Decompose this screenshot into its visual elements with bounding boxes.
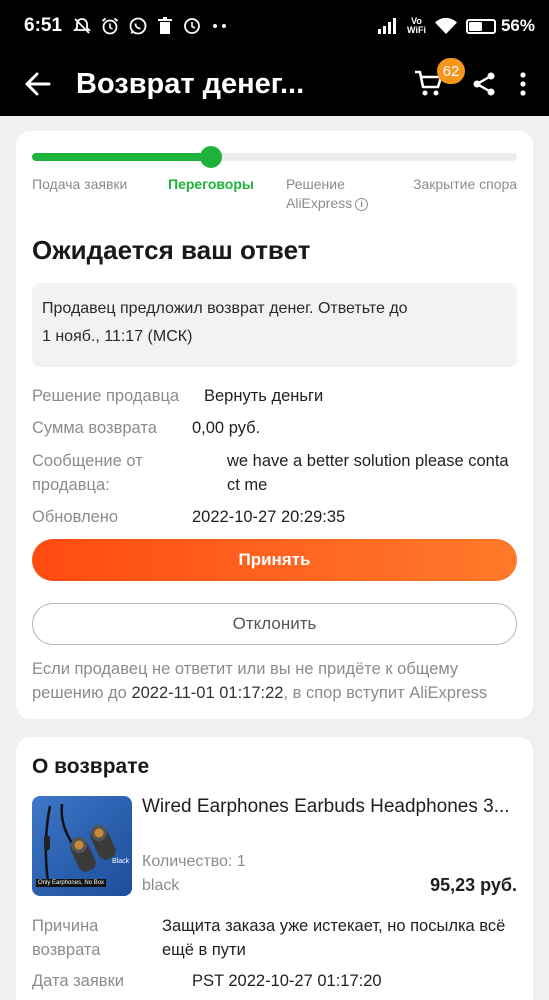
product-image[interactable]: Black Only Earphones, No Box bbox=[32, 796, 132, 896]
battery-indicator: 56% bbox=[465, 16, 535, 36]
seller-message-label: Сообщение от продавца: bbox=[32, 452, 143, 494]
cart-button[interactable]: 62 bbox=[409, 58, 465, 104]
seller-offer-notice: Продавец предложил возврат денег. Ответь… bbox=[32, 283, 517, 367]
decline-button[interactable]: Отклонить bbox=[32, 603, 517, 645]
vowifi-indicator: Vo WiFi bbox=[407, 16, 426, 35]
more-menu-button[interactable] bbox=[519, 71, 527, 97]
request-date-label: Дата заявки bbox=[32, 972, 124, 990]
product-variant: black bbox=[142, 877, 180, 894]
notification-icons bbox=[72, 16, 230, 36]
wifi-icon bbox=[434, 17, 458, 35]
status-bar: 6:51 Vo WiFi 56% bbox=[0, 0, 549, 52]
refund-section-title: О возврате bbox=[32, 755, 150, 778]
trash-icon bbox=[156, 16, 174, 36]
app-bar: Возврат денег... 62 bbox=[0, 52, 549, 116]
progress-knob bbox=[200, 146, 223, 168]
clock-icon bbox=[182, 16, 202, 36]
dispute-progress-bar bbox=[32, 146, 517, 168]
info-icon[interactable]: i bbox=[355, 197, 369, 211]
battery-icon bbox=[465, 18, 496, 34]
product-image-caption-color: Black bbox=[112, 858, 130, 865]
more-vert-icon bbox=[520, 72, 526, 96]
return-reason-value: Защита заказа уже истекает, но посылка в… bbox=[162, 917, 506, 959]
seller-decision-label: Решение продавца bbox=[32, 387, 180, 405]
alarm-icon bbox=[100, 16, 120, 36]
share-icon bbox=[473, 72, 495, 96]
deadline-date: 2022-11-01 01:17:22 bbox=[131, 684, 284, 702]
deadline-footnote: Если продавец не ответит или вы не придё… bbox=[32, 660, 488, 702]
dispute-status-card: Подача заявки Переговоры Решение AliExpre… bbox=[16, 131, 533, 719]
return-reason-label: Причина возврата bbox=[32, 917, 101, 959]
step-close: Закрытие спора bbox=[413, 176, 518, 192]
updated-label: Обновлено bbox=[32, 508, 119, 526]
mute-icon bbox=[72, 16, 92, 36]
seller-message-value: we have a better solution please conta ct… bbox=[227, 452, 509, 494]
seller-decision-value: Вернуть деньги bbox=[204, 387, 324, 405]
accept-button[interactable]: Принять bbox=[32, 539, 517, 581]
updated-value: 2022-10-27 20:29:35 bbox=[192, 508, 346, 526]
page-title: Возврат денег... bbox=[76, 67, 305, 100]
status-time: 6:51 bbox=[24, 15, 63, 36]
progress-fill bbox=[32, 153, 212, 161]
battery-percent: 56% bbox=[500, 16, 535, 35]
product-quantity: Количество: 1 bbox=[142, 853, 246, 870]
step-submit: Подача заявки bbox=[32, 176, 128, 192]
cart-count-badge: 62 bbox=[437, 58, 465, 84]
step-negotiation: Переговоры bbox=[168, 176, 254, 192]
product-price: 95,23 руб. bbox=[430, 875, 517, 895]
share-button[interactable] bbox=[471, 71, 497, 97]
product-title[interactable]: Wired Earphones Earbuds Headphones 3... bbox=[142, 796, 517, 818]
request-date-value: PST 2022-10-27 01:17:20 bbox=[192, 972, 382, 990]
back-button[interactable] bbox=[0, 52, 76, 116]
status-heading: Ожидается ваш ответ bbox=[32, 235, 311, 265]
product-image-caption-box: Only Earphones, No Box bbox=[36, 879, 107, 887]
signal-icon bbox=[377, 17, 399, 35]
refund-amount-value: 0,00 руб. bbox=[192, 419, 261, 437]
whatsapp-icon bbox=[128, 16, 148, 36]
back-arrow-icon bbox=[25, 72, 51, 96]
refund-amount-label: Сумма возврата bbox=[32, 419, 157, 437]
refund-details-card: О возврате Black Only Earphones, No Box … bbox=[16, 737, 533, 1000]
step-decision: Решение AliExpress i bbox=[286, 175, 369, 213]
more-dots-icon bbox=[210, 22, 230, 30]
